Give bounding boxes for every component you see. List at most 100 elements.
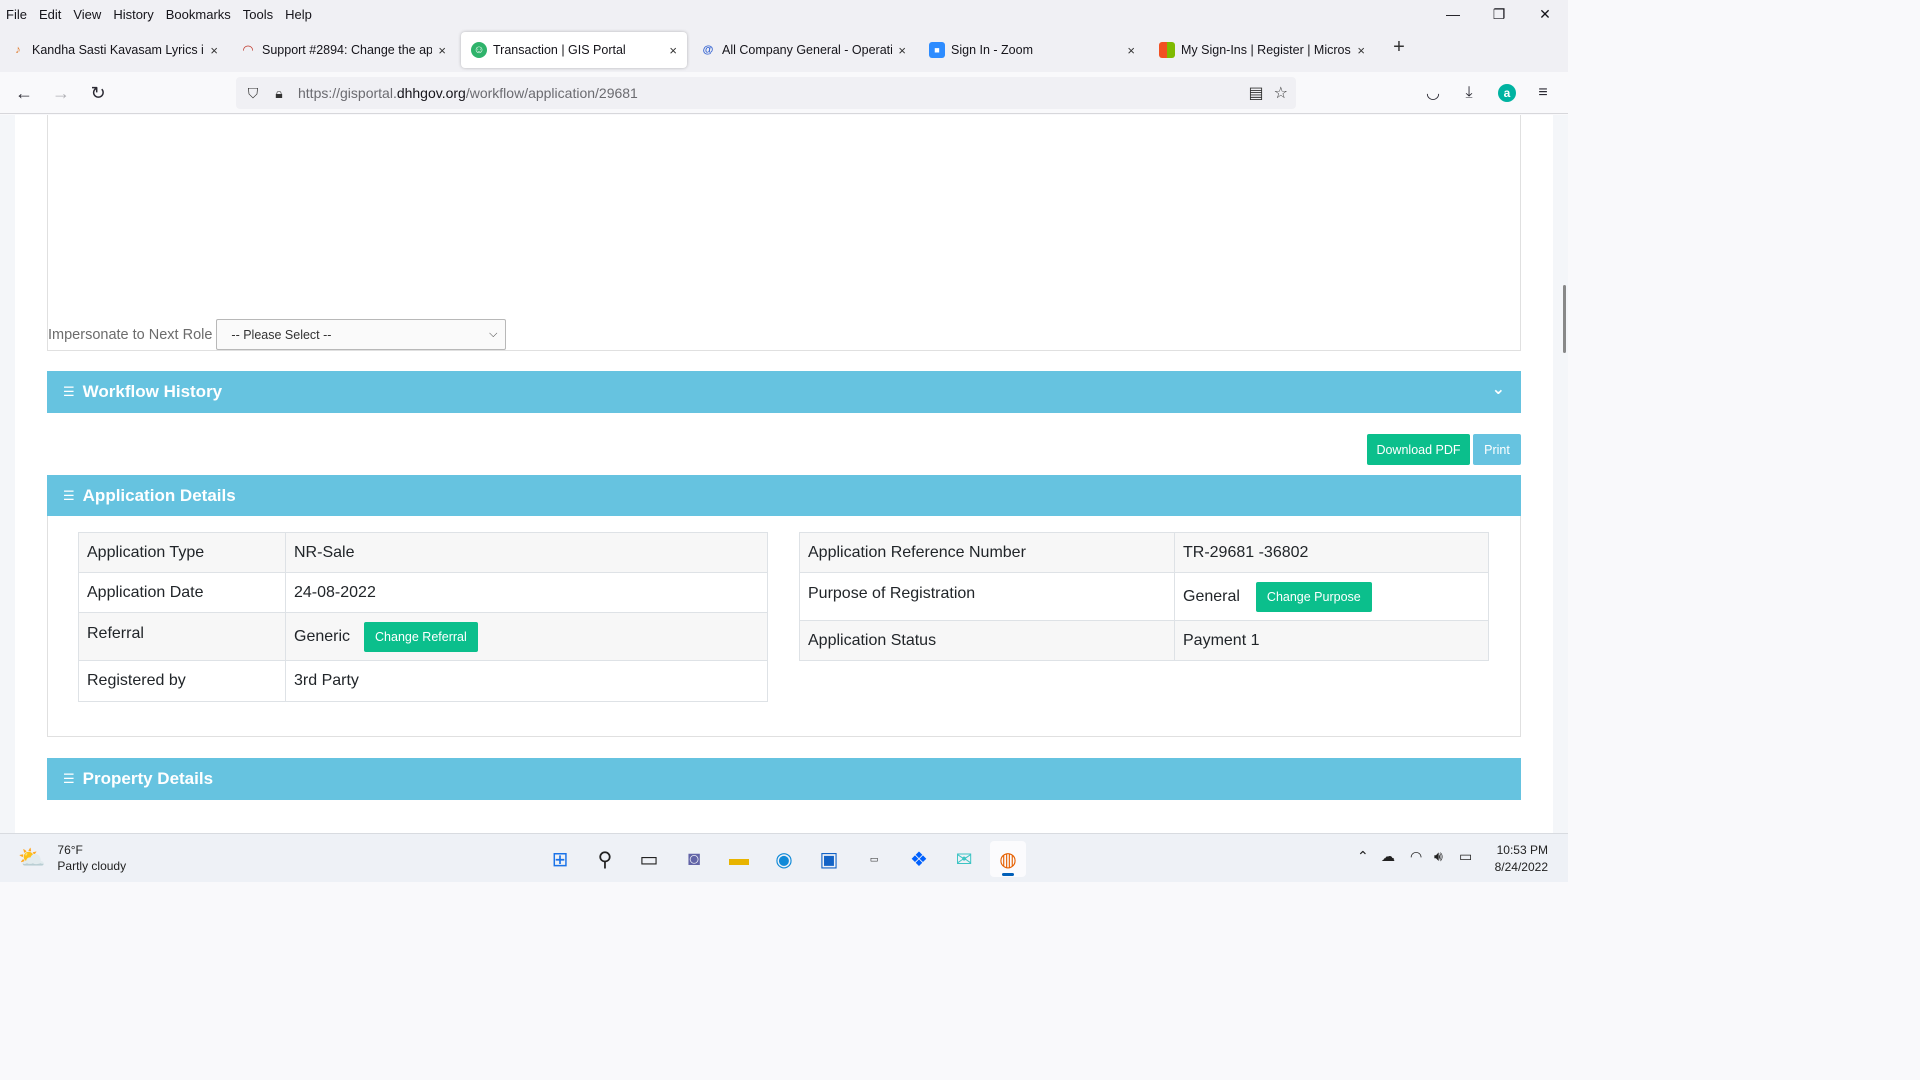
table-row: Registered by 3rd Party: [78, 660, 768, 702]
tab-transaction-gis-portal[interactable]: ☺ Transaction | GIS Portal ×: [461, 32, 687, 68]
field-label: Application Reference Number: [799, 532, 1175, 573]
tab-title: Sign In - Zoom: [951, 43, 1033, 57]
section-title: Property Details: [82, 769, 214, 788]
close-tab-icon[interactable]: ×: [669, 43, 677, 58]
field-value: 3rd Party: [285, 660, 768, 702]
task-view-icon[interactable]: ▭: [631, 841, 667, 877]
volume-icon[interactable]: 🔊︎: [1434, 848, 1443, 865]
menu-history[interactable]: History: [107, 7, 159, 22]
table-row: Purpose of Registration General Change Pu…: [799, 572, 1489, 621]
table-row: Referral Generic Change Referral: [78, 612, 768, 661]
pocket-icon[interactable]: ◡: [1420, 80, 1446, 106]
tab-favicon-icon: ◠: [242, 42, 254, 57]
tab-title: Support #2894: Change the app: [262, 43, 433, 57]
restore-button[interactable]: ❐: [1476, 0, 1522, 28]
select-value: -- Please Select --: [231, 327, 332, 342]
lock-icon[interactable]: 🔒︎: [266, 85, 292, 102]
chevron-down-icon: ⌵: [489, 328, 498, 340]
close-tab-icon[interactable]: ×: [438, 43, 446, 58]
tab-title: My Sign-Ins | Register | Microso: [1181, 43, 1352, 57]
close-tab-icon[interactable]: ×: [210, 43, 218, 58]
table-row: Application Reference Number TR-29681 -3…: [799, 532, 1489, 573]
menu-bar: File Edit View History Bookmarks Tools H…: [0, 0, 1568, 28]
impersonate-role-select[interactable]: -- Please Select -- ⌵: [216, 319, 507, 350]
application-details-left-table: Application Type NR-Sale Application Dat…: [78, 532, 768, 702]
bookmark-star-icon[interactable]: ☆: [1274, 83, 1288, 103]
close-tab-icon[interactable]: ×: [1127, 43, 1135, 58]
workflow-history-header[interactable]: ☰ Workflow History ⌄: [47, 371, 1521, 413]
reload-icon[interactable]: ↻: [85, 80, 111, 106]
hamburger-menu-icon[interactable]: ≡: [1530, 80, 1556, 106]
impersonate-label: Impersonate to Next Role: [48, 326, 213, 343]
firefox-icon[interactable]: ◍: [990, 841, 1026, 877]
microsoft-store-icon[interactable]: ▣: [811, 841, 847, 877]
dropbox-icon[interactable]: ❖: [901, 841, 937, 877]
field-label: Referral: [78, 612, 286, 661]
weather-temperature: 76°F: [57, 843, 83, 857]
amazon-icon[interactable]: ▭: [856, 841, 892, 877]
section-title: Application Details: [82, 485, 236, 505]
print-button[interactable]: Print: [1473, 434, 1521, 465]
close-tab-icon[interactable]: ×: [1357, 43, 1365, 58]
close-tab-icon[interactable]: ×: [898, 43, 906, 58]
download-icon[interactable]: ⤓: [1456, 80, 1482, 106]
workflow-action-card: Impersonate to Next Role -- Please Selec…: [47, 115, 1521, 351]
field-value: 24-08-2022: [285, 572, 768, 613]
file-explorer-icon[interactable]: ▬: [721, 841, 757, 877]
menu-file[interactable]: File: [0, 7, 33, 22]
page-viewport: Impersonate to Next Role -- Please Selec…: [0, 115, 1568, 833]
field-value: NR-Sale: [285, 532, 768, 573]
active-app-indicator: [1002, 873, 1014, 876]
tab-zoom-sign-in[interactable]: ■ Sign In - Zoom ×: [919, 32, 1145, 68]
menu-bookmarks[interactable]: Bookmarks: [160, 7, 237, 22]
edge-browser-icon[interactable]: ◉: [766, 841, 802, 877]
change-referral-button[interactable]: Change Referral: [364, 621, 478, 652]
partly-cloudy-icon: ⛅: [18, 845, 46, 870]
teams-chat-icon[interactable]: ◙: [676, 841, 712, 877]
scrollbar[interactable]: [1560, 115, 1568, 833]
shield-icon[interactable]: ⛉: [240, 85, 266, 102]
url-bar[interactable]: ⛉ 🔒︎ https://gisportal.dhhgov.org/workfl…: [236, 77, 1296, 109]
chevron-down-icon[interactable]: ⌄: [1492, 379, 1505, 399]
close-window-button[interactable]: ✕: [1522, 0, 1568, 28]
menu-help[interactable]: Help: [279, 7, 318, 22]
reader-view-icon[interactable]: ▤: [1249, 83, 1264, 103]
minimize-button[interactable]: —: [1430, 0, 1476, 28]
field-label: Purpose of Registration: [799, 572, 1175, 621]
field-cell: Generic Change Referral: [285, 612, 768, 661]
list-icon: ☰: [63, 384, 75, 399]
change-purpose-button[interactable]: Change Purpose: [1255, 581, 1372, 612]
new-tab-button[interactable]: +: [1388, 36, 1410, 59]
tab-favicon-icon: ♪: [15, 44, 21, 56]
window-controls: — ❐ ✕: [1430, 0, 1568, 28]
field-label: Registered by: [78, 660, 286, 702]
tab-support[interactable]: ◠ Support #2894: Change the app ×: [230, 32, 456, 68]
back-arrow-icon[interactable]: ←: [11, 80, 37, 106]
scrollbar-thumb[interactable]: [1563, 285, 1566, 353]
menu-view[interactable]: View: [67, 7, 107, 22]
property-details-header[interactable]: ☰ Property Details: [47, 758, 1521, 800]
windows-start-icon[interactable]: ⊞: [542, 841, 578, 877]
field-cell: General Change Purpose: [1174, 572, 1489, 621]
chevron-up-icon[interactable]: ⌃: [1357, 848, 1369, 865]
tab-kandha-sasti[interactable]: ♪ Kandha Sasti Kavasam Lyrics in ×: [0, 32, 228, 68]
tab-all-company-general[interactable]: @ All Company General - Operatio ×: [690, 32, 916, 68]
application-details-header[interactable]: ☰ Application Details: [47, 475, 1521, 516]
wifi-icon[interactable]: ◠: [1410, 848, 1422, 865]
battery-icon[interactable]: ▭: [1459, 848, 1472, 865]
onedrive-cloud-icon[interactable]: ☁: [1381, 848, 1395, 865]
forward-arrow-icon[interactable]: →: [48, 80, 74, 106]
download-pdf-button[interactable]: Download PDF: [1367, 434, 1470, 465]
system-clock[interactable]: 10:53 PM 8/24/2022: [1495, 842, 1548, 876]
menu-tools[interactable]: Tools: [237, 7, 279, 22]
tab-favicon-icon: ☺: [471, 42, 487, 58]
page-body: Impersonate to Next Role -- Please Selec…: [15, 115, 1553, 833]
url-text[interactable]: https://gisportal.dhhgov.org/workflow/ap…: [298, 85, 638, 101]
menu-edit[interactable]: Edit: [33, 7, 67, 22]
mail-app-icon[interactable]: ✉: [946, 841, 982, 877]
impersonate-row: Impersonate to Next Role -- Please Selec…: [48, 319, 507, 350]
account-avatar-icon[interactable]: a: [1494, 80, 1520, 106]
tab-my-sign-ins[interactable]: My Sign-Ins | Register | Microso ×: [1149, 32, 1375, 68]
weather-widget[interactable]: ⛅ 76°F Partly cloudy: [18, 842, 126, 874]
search-icon[interactable]: ⚲: [587, 841, 623, 877]
